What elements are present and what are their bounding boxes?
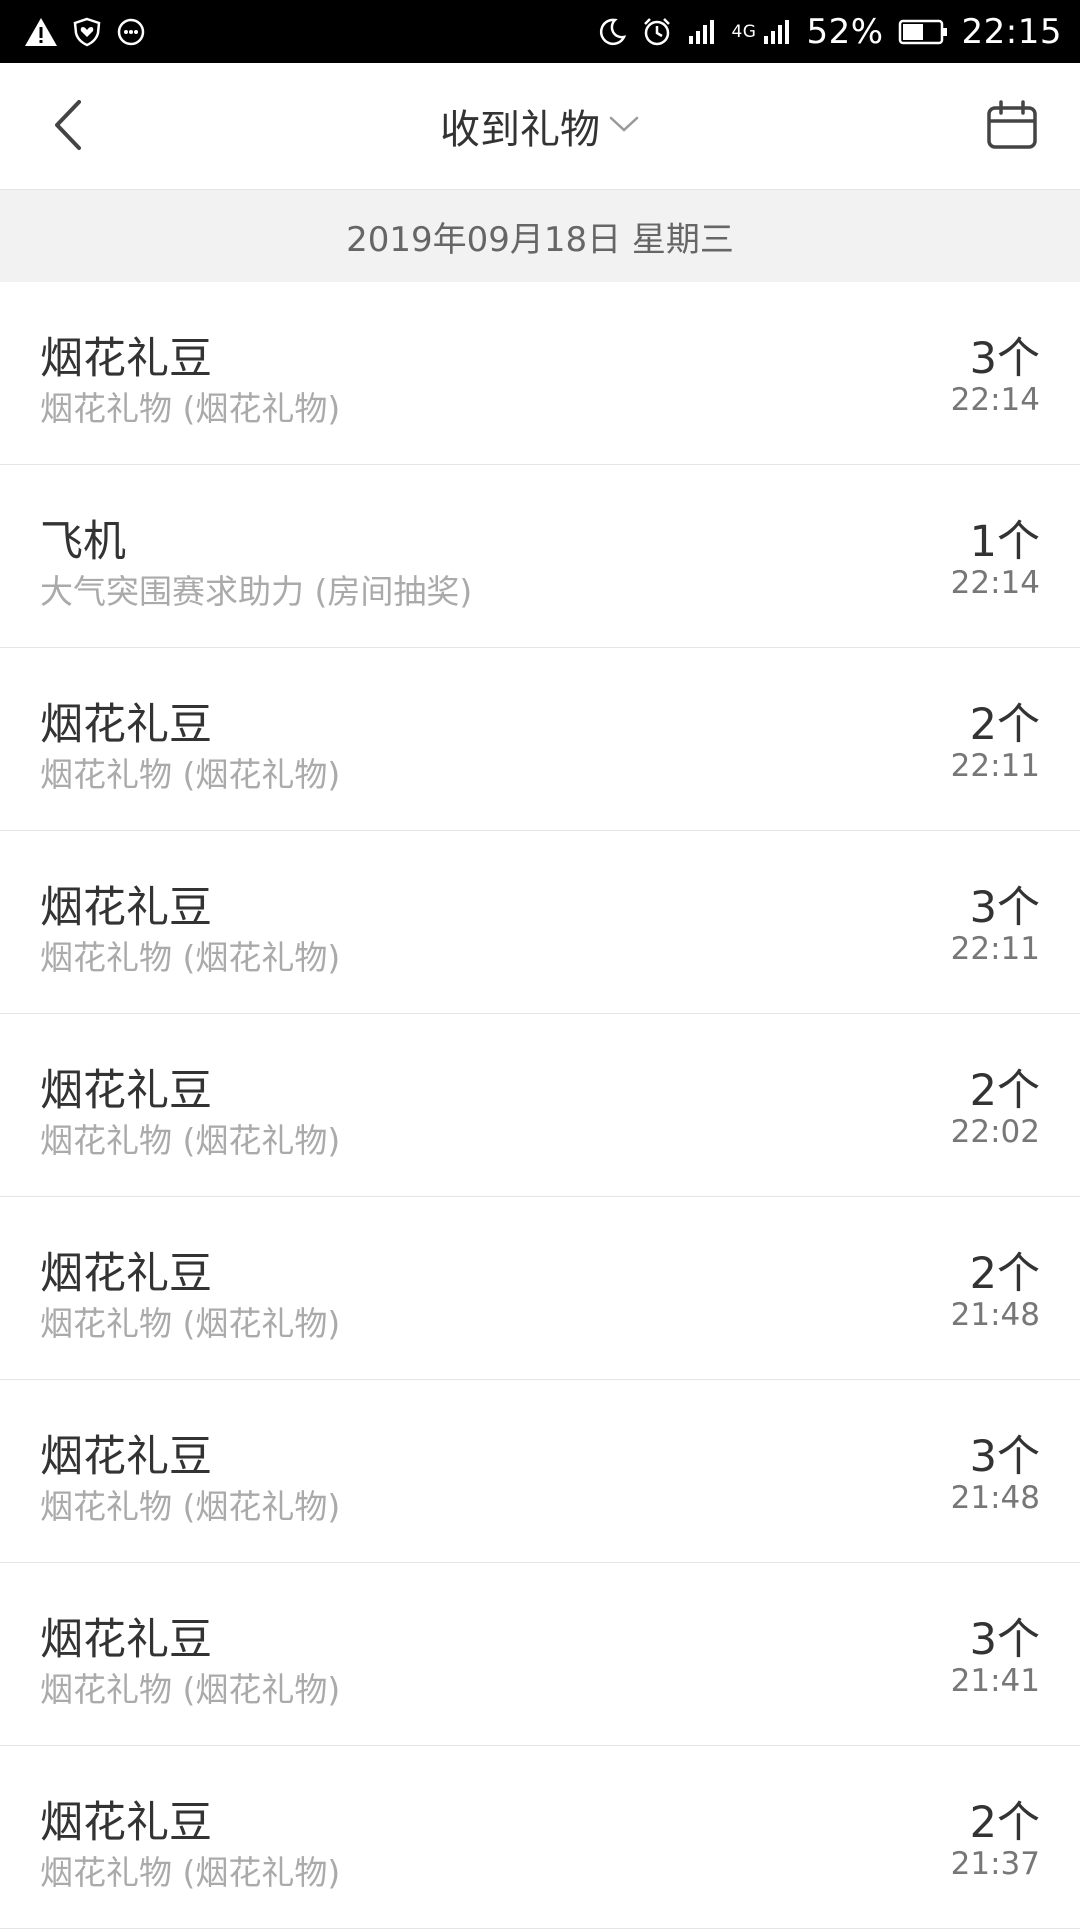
back-button[interactable]: [44, 99, 92, 155]
gift-list: 烟花礼豆 烟花礼物 (烟花礼物) 3个 22:14 飞机 大气突围赛求助力 (房…: [0, 282, 1080, 1929]
list-item[interactable]: 烟花礼豆 烟花礼物 (烟花礼物) 2个 21:48: [0, 1197, 1080, 1380]
list-item[interactable]: 烟花礼豆 烟花礼物 (烟花礼物) 2个 22:11: [0, 648, 1080, 831]
chevron-down-icon: [608, 114, 640, 138]
battery-icon: [898, 18, 948, 46]
message-icon: [116, 17, 146, 47]
chevron-left-icon: [52, 99, 84, 155]
gift-quantity: 3个: [969, 1432, 1040, 1482]
gift-source: 烟花礼物 (烟花礼物): [40, 1670, 341, 1709]
battery-percent: 52%: [806, 11, 884, 52]
gift-time: 22:11: [950, 748, 1040, 784]
gift-source: 烟花礼物 (烟花礼物): [40, 755, 341, 794]
gift-quantity: 3个: [969, 883, 1040, 933]
gift-quantity: 2个: [969, 1798, 1040, 1848]
status-bar: 4G 52% 22:15: [0, 0, 1080, 63]
gift-quantity: 2个: [969, 1249, 1040, 1299]
signal-icon: [687, 18, 717, 46]
gift-quantity: 2个: [969, 700, 1040, 750]
network-type-label: 4G: [731, 21, 757, 42]
page-title: 收到礼物: [440, 107, 600, 153]
title-bar: 收到礼物: [0, 63, 1080, 190]
alarm-icon: [641, 16, 673, 48]
gift-time: 22:11: [950, 931, 1040, 967]
list-item[interactable]: 烟花礼豆 烟花礼物 (烟花礼物) 3个 22:11: [0, 831, 1080, 1014]
status-time: 22:15: [961, 11, 1062, 52]
list-item[interactable]: 烟花礼豆 烟花礼物 (烟花礼物) 3个 21:48: [0, 1380, 1080, 1563]
gift-source: 烟花礼物 (烟花礼物): [40, 938, 341, 977]
list-item[interactable]: 烟花礼豆 烟花礼物 (烟花礼物) 2个 22:02: [0, 1014, 1080, 1197]
date-label: 2019年09月18日 星期三: [346, 219, 734, 260]
gift-name: 烟花礼豆: [40, 1249, 212, 1299]
status-bar-left: [24, 17, 146, 47]
gift-time: 22:14: [950, 382, 1040, 418]
signal-4g-icon: [762, 18, 792, 46]
gift-quantity: 2个: [969, 1066, 1040, 1116]
gift-quantity: 1个: [969, 517, 1040, 567]
gift-name: 烟花礼豆: [40, 700, 212, 750]
list-item[interactable]: 飞机 大气突围赛求助力 (房间抽奖) 1个 22:14: [0, 465, 1080, 648]
gift-quantity: 3个: [969, 1615, 1040, 1665]
shield-heart-icon: [72, 17, 102, 47]
title-dropdown[interactable]: 收到礼物: [440, 97, 640, 155]
gift-time: 21:37: [950, 1846, 1040, 1882]
gift-time: 21:48: [950, 1297, 1040, 1333]
gift-time: 21:41: [950, 1663, 1040, 1699]
gift-time: 22:02: [950, 1114, 1040, 1150]
warning-icon: [24, 17, 58, 47]
gift-source: 烟花礼物 (烟花礼物): [40, 1304, 341, 1343]
list-item[interactable]: 烟花礼豆 烟花礼物 (烟花礼物) 3个 22:14: [0, 282, 1080, 465]
gift-name: 烟花礼豆: [40, 1798, 212, 1848]
gift-name: 烟花礼豆: [40, 1432, 212, 1482]
gift-source: 烟花礼物 (烟花礼物): [40, 1487, 341, 1526]
gift-name: 烟花礼豆: [40, 334, 212, 384]
moon-icon: [597, 17, 627, 47]
gift-time: 22:14: [950, 565, 1040, 601]
gift-quantity: 3个: [969, 334, 1040, 384]
list-item[interactable]: 烟花礼豆 烟花礼物 (烟花礼物) 3个 21:41: [0, 1563, 1080, 1746]
gift-name: 飞机: [40, 517, 126, 567]
calendar-button[interactable]: [984, 99, 1040, 155]
gift-source: 大气突围赛求助力 (房间抽奖): [40, 572, 473, 611]
calendar-icon: [986, 99, 1038, 155]
gift-source: 烟花礼物 (烟花礼物): [40, 1121, 341, 1160]
gift-name: 烟花礼豆: [40, 1066, 212, 1116]
date-section-header: 2019年09月18日 星期三: [0, 190, 1080, 282]
gift-source: 烟花礼物 (烟花礼物): [40, 389, 341, 428]
gift-time: 21:48: [950, 1480, 1040, 1516]
gift-source: 烟花礼物 (烟花礼物): [40, 1853, 341, 1892]
gift-name: 烟花礼豆: [40, 1615, 212, 1665]
gift-name: 烟花礼豆: [40, 883, 212, 933]
status-bar-right: 4G 52% 22:15: [597, 12, 1062, 52]
list-item[interactable]: 烟花礼豆 烟花礼物 (烟花礼物) 2个 21:37: [0, 1746, 1080, 1929]
